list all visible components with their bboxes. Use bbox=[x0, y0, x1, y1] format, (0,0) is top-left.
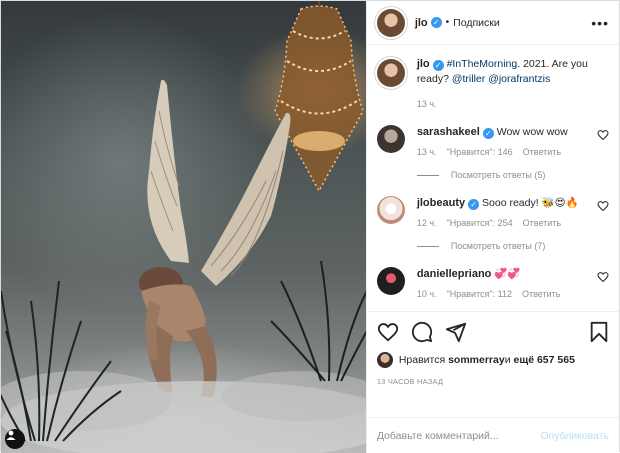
caption-username[interactable]: jlo bbox=[417, 58, 430, 70]
post-actions: Нравится sommerray и ещё 657 565 13 ЧАСО… bbox=[366, 311, 619, 417]
caption-avatar[interactable] bbox=[376, 59, 405, 87]
commenter-avatar[interactable] bbox=[376, 196, 405, 224]
like-heart-icon[interactable] bbox=[377, 321, 399, 343]
verified-badge-icon: ✓ bbox=[430, 17, 442, 28]
comment-time[interactable]: 13 ч. bbox=[417, 147, 437, 157]
reply-button[interactable]: Ответить bbox=[523, 147, 561, 157]
commenter-avatar[interactable] bbox=[376, 125, 405, 153]
publish-button[interactable]: Опубликовать bbox=[540, 430, 609, 442]
comment-time[interactable]: 10 ч. bbox=[417, 289, 437, 299]
comment-time[interactable]: 12 ч. bbox=[417, 218, 437, 228]
author-username[interactable]: jlo bbox=[415, 17, 428, 29]
share-send-icon[interactable] bbox=[445, 321, 467, 343]
caption-text: jlo ✓ #InTheMorning. 2021. Are you ready?… bbox=[417, 57, 609, 87]
action-icons-row bbox=[377, 318, 609, 346]
following-button[interactable]: Подписки bbox=[453, 17, 500, 29]
comment-input[interactable] bbox=[376, 429, 541, 442]
post-side-panel: jlo ✓ • Подписки ••• jlo ✓ #InTheMorning.… bbox=[365, 1, 619, 453]
likes-summary: Нравится sommerray и ещё 657 565 bbox=[376, 352, 609, 368]
comment-meta: 12 ч. "Нравится": 254 Ответить bbox=[417, 218, 609, 228]
comment-text: 💞💞 bbox=[494, 268, 521, 280]
view-replies-button[interactable]: Посмотреть ответы (7) bbox=[417, 241, 609, 251]
likes-prefix: Нравится bbox=[398, 354, 446, 366]
comment-bubble-icon[interactable] bbox=[411, 321, 433, 343]
likes-count[interactable]: ещё 657 565 bbox=[514, 354, 575, 366]
comment-username[interactable]: sarashakeel bbox=[417, 126, 480, 138]
comments-list[interactable]: jlo ✓ #InTheMorning. 2021. Are you ready?… bbox=[367, 45, 619, 311]
caption-hashtag[interactable]: #InTheMorning bbox=[447, 58, 518, 70]
verified-badge-icon: ✓ bbox=[432, 60, 444, 71]
verified-badge-icon: ✓ bbox=[468, 199, 480, 210]
chandelier-illustration bbox=[274, 1, 364, 193]
reply-button[interactable]: Ответить bbox=[523, 218, 561, 228]
photo-illustration bbox=[1, 1, 366, 453]
header-separator: • bbox=[445, 17, 450, 28]
comment-meta: 10 ч. "Нравится": 112 Ответить bbox=[417, 289, 609, 299]
caption-mention-triller[interactable]: @triller bbox=[452, 73, 485, 85]
left-wing-illustration bbox=[147, 79, 189, 264]
view-replies-button[interactable]: Посмотреть ответы (5) bbox=[417, 170, 609, 180]
caption-timestamp[interactable]: 13 ч. bbox=[417, 99, 609, 109]
comment-meta: 13 ч. "Нравится": 146 Ответить bbox=[417, 147, 609, 157]
likes-middle: и bbox=[504, 354, 511, 366]
add-comment-bar: Опубликовать bbox=[366, 417, 619, 453]
author-avatar[interactable] bbox=[376, 8, 405, 37]
comment-line: sarashakeel ✓ Wow wow wow bbox=[417, 125, 609, 139]
like-comment-heart-icon[interactable] bbox=[597, 200, 609, 212]
comment-item: jlobeauty ✓ Sooo ready! 🐝😍🔥 12 ч. "Нравит… bbox=[376, 196, 609, 228]
post-timestamp[interactable]: 13 ЧАСОВ НАЗАД bbox=[377, 377, 609, 386]
more-horizontal-icon[interactable]: ••• bbox=[591, 15, 609, 31]
angel-figure-illustration bbox=[139, 267, 217, 397]
caption-mention-jorafrantzis[interactable]: @jorafrantzis bbox=[488, 73, 550, 85]
comment-line: daniellepriano 💞💞 bbox=[417, 267, 609, 281]
post-photo[interactable] bbox=[1, 1, 366, 453]
like-comment-heart-icon[interactable] bbox=[597, 129, 609, 141]
comment-text: Sooo ready! 🐝😍🔥 bbox=[482, 197, 579, 209]
commenter-avatar[interactable] bbox=[376, 267, 405, 295]
comment-username[interactable]: daniellepriano bbox=[417, 268, 492, 280]
comment-text: Wow wow wow bbox=[496, 126, 568, 138]
liker-avatar[interactable] bbox=[376, 352, 393, 368]
comment-likes[interactable]: "Нравится": 112 bbox=[447, 289, 512, 299]
post-caption: jlo ✓ #InTheMorning. 2021. Are you ready?… bbox=[376, 57, 609, 87]
verified-badge-icon: ✓ bbox=[482, 128, 494, 139]
comment-item: daniellepriano 💞💞 10 ч. "Нравится": 112 … bbox=[376, 267, 609, 299]
liker-username[interactable]: sommerray bbox=[448, 354, 505, 366]
comment-likes[interactable]: "Нравится": 146 bbox=[447, 147, 513, 157]
right-wing-illustration bbox=[201, 112, 291, 287]
comment-line: jlobeauty ✓ Sooo ready! 🐝😍🔥 bbox=[417, 196, 609, 210]
comment-username[interactable]: jlobeauty bbox=[417, 197, 465, 209]
right-plant-illustration bbox=[270, 260, 366, 382]
instagram-post: jlo ✓ • Подписки ••• jlo ✓ #InTheMorning.… bbox=[0, 0, 620, 453]
user-tag-icon[interactable] bbox=[5, 429, 25, 449]
comment-likes[interactable]: "Нравится": 254 bbox=[447, 218, 513, 228]
post-header: jlo ✓ • Подписки ••• bbox=[366, 1, 619, 45]
reply-button[interactable]: Ответить bbox=[522, 289, 560, 299]
bookmark-icon[interactable] bbox=[589, 321, 609, 343]
comment-item: sarashakeel ✓ Wow wow wow 13 ч. "Нравится… bbox=[376, 125, 609, 157]
like-comment-heart-icon[interactable] bbox=[597, 271, 609, 283]
